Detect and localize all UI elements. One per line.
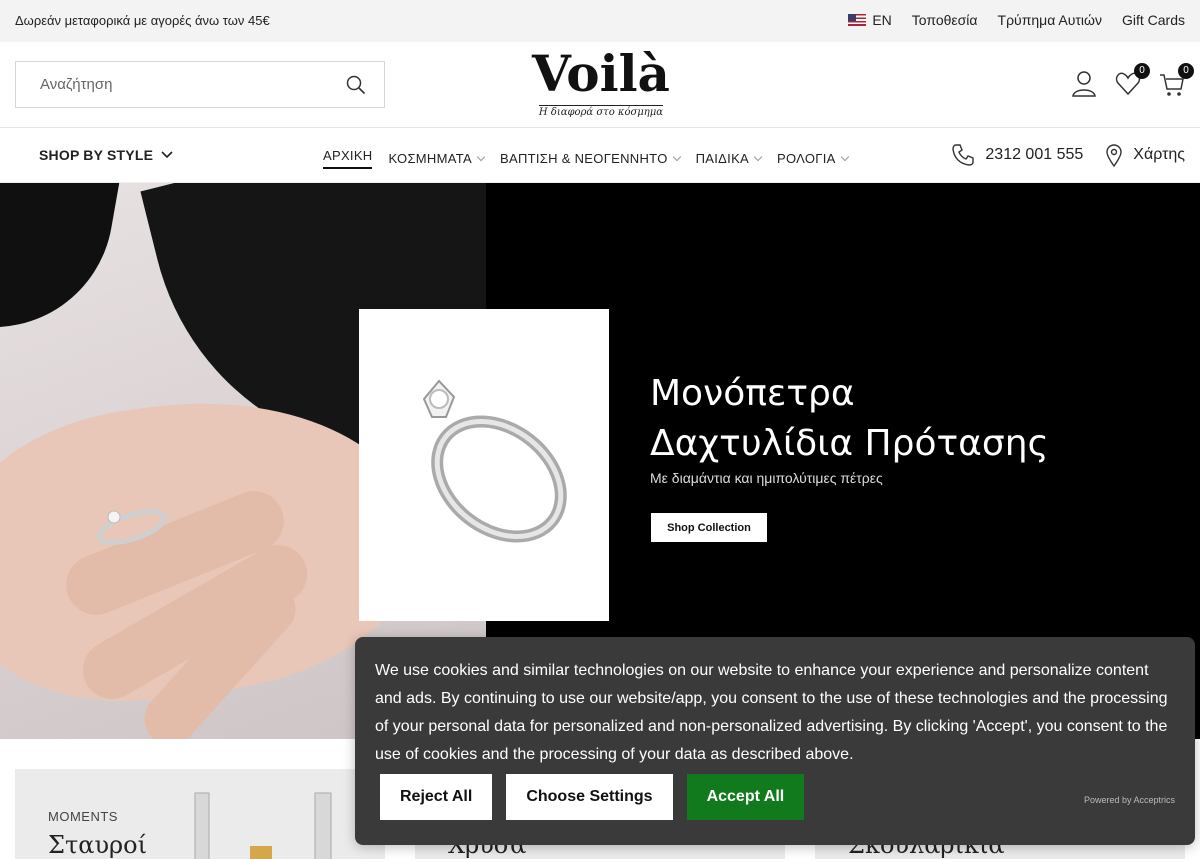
site-header: Voilà Η διαφορά στο κόσμημα 0 0 <box>0 42 1200 128</box>
wishlist-button[interactable]: 0 <box>1115 63 1150 98</box>
hero-title-line2: Δαχτυλίδια Πρότασης <box>650 423 1049 464</box>
cookie-consent-banner: We use cookies and similar technologies … <box>355 637 1195 845</box>
primary-menu: ΑΡΧΙΚΗ ΚΟΣΜΗΜΑΤΑ ΒΑΠΤΙΣΗ & ΝΕΟΓΕΝΝΗΤΟ ΠΑ… <box>323 148 849 169</box>
search-input[interactable] <box>16 62 336 107</box>
chevron-down-icon <box>161 151 173 159</box>
cart-count-badge: 0 <box>1178 63 1194 79</box>
ear-piercing-link[interactable]: Τρύπημα Αυτιών <box>998 12 1102 28</box>
nav-contact: 2312 001 555 Χάρτης <box>951 143 1185 167</box>
nav-item-label: ΑΡΧΙΚΗ <box>323 148 373 163</box>
site-logo[interactable]: Voilà Η διαφορά στο κόσμημα <box>525 46 677 120</box>
nav-item-baptism[interactable]: ΒΑΠΤΙΣΗ & ΝΕΟΓΕΝΝΗΤΟ <box>500 148 681 169</box>
us-flag-icon <box>848 14 867 26</box>
accept-all-button[interactable]: Accept All <box>686 774 805 820</box>
shop-by-style-dropdown[interactable]: SHOP BY STYLE <box>39 147 173 163</box>
nav-item-kids[interactable]: ΠΑΙΔΙΚΑ <box>695 148 763 169</box>
account-icon[interactable] <box>1071 70 1097 98</box>
phone-number: 2312 001 555 <box>985 146 1084 163</box>
language-label: EN <box>872 12 892 28</box>
logo-name: Voilà <box>532 44 670 103</box>
hero-subtitle: Με διαμάντια και ημιπολύτιμες πέτρες <box>650 470 883 486</box>
shop-collection-button[interactable]: Shop Collection <box>651 513 767 542</box>
powered-by-label: Powered by Acceptrics <box>1083 795 1175 805</box>
header-icons: 0 0 <box>1071 63 1194 98</box>
shop-by-style-label: SHOP BY STYLE <box>39 147 154 163</box>
chevron-down-icon <box>753 152 763 161</box>
reject-all-button[interactable]: Reject All <box>380 774 493 820</box>
map-link[interactable]: Χάρτης <box>1105 143 1185 167</box>
wishlist-count-badge: 0 <box>1134 63 1150 79</box>
ring-on-finger-image <box>96 508 168 546</box>
cookie-buttons: Reject All Choose Settings Accept All <box>380 774 805 820</box>
nav-item-watches[interactable]: ΡΟΛΟΓΙΑ <box>777 148 849 169</box>
phone-icon <box>952 144 975 166</box>
nav-item-label: ΡΟΛΟΓΙΑ <box>777 151 836 166</box>
nav-item-label: ΒΑΠΤΙΣΗ & ΝΕΟΓΕΝΝΗΤΟ <box>500 151 668 166</box>
cookie-consent-text: We use cookies and similar technologies … <box>375 662 1168 763</box>
nav-item-jewelry[interactable]: ΚΟΣΜΗΜΑΤΑ <box>388 148 486 169</box>
search-icon[interactable] <box>346 75 366 100</box>
map-pin-icon <box>1106 144 1122 167</box>
top-links: EN Τοποθεσία Τρύπημα Αυτιών Gift Cards <box>848 12 1185 28</box>
nav-item-label: ΠΑΙΔΙΚΑ <box>695 151 750 166</box>
logo-tagline: Η διαφορά στο κόσμημα <box>538 105 664 118</box>
cross-pendants-image <box>194 792 332 859</box>
phone-link[interactable]: 2312 001 555 <box>951 143 1083 167</box>
hero-title: Μονόπετρα Δαχτυλίδια Πρότασης <box>650 369 1049 469</box>
search-box <box>15 61 385 108</box>
free-shipping-promo: Δωρεάν μεταφορικά με αγορές άνω των 45€ <box>15 13 270 28</box>
gift-cards-link[interactable]: Gift Cards <box>1122 12 1185 28</box>
cart-button[interactable]: 0 <box>1159 63 1194 98</box>
chevron-down-icon <box>840 152 849 161</box>
solitaire-ring-image <box>422 379 567 543</box>
hero-title-line1: Μονόπετρα <box>650 373 855 414</box>
language-switcher[interactable]: EN <box>848 12 892 28</box>
nav-item-home[interactable]: ΑΡΧΙΚΗ <box>323 148 373 169</box>
main-nav: SHOP BY STYLE ΑΡΧΙΚΗ ΚΟΣΜΗΜΑΤΑ ΒΑΠΤΙΣΗ &… <box>0 128 1200 183</box>
product-image-card[interactable] <box>359 309 609 621</box>
map-label: Χάρτης <box>1133 146 1185 163</box>
nav-item-label: ΚΟΣΜΗΜΑΤΑ <box>388 151 473 166</box>
category-card-crosses[interactable]: MOMENTS Σταυροί <box>15 769 385 859</box>
card-title: Σταυροί <box>48 831 148 859</box>
top-bar: Δωρεάν μεταφορικά με αγορές άνω των 45€ … <box>0 0 1200 42</box>
card-kicker: MOMENTS <box>48 809 118 824</box>
sleeve-shape-left <box>0 183 127 347</box>
chevron-down-icon <box>476 152 486 161</box>
location-link[interactable]: Τοποθεσία <box>912 12 978 28</box>
chevron-down-icon <box>672 152 681 161</box>
choose-settings-button[interactable]: Choose Settings <box>506 774 673 820</box>
